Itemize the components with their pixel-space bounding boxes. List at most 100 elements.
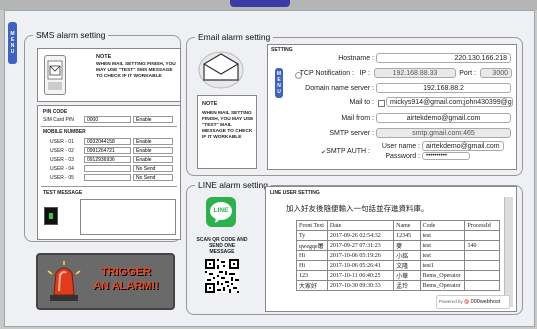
line-logo-text: LINE <box>213 207 229 214</box>
line-user-setting-label: LINE user Setting <box>270 190 320 196</box>
sms-phone-icon <box>44 55 66 95</box>
user-number-input[interactable] <box>84 156 131 163</box>
user-status-input[interactable] <box>133 165 173 172</box>
user-label: USER - 05 <box>50 175 74 181</box>
email-menu-tab[interactable]: M E N U <box>275 68 283 98</box>
table-cell: 140 <box>464 240 500 251</box>
smtp-auth-label: SMTP AUTH : <box>326 148 370 155</box>
table-cell: 2017-10-30 09:30:33 <box>326 280 395 291</box>
user-row: USER - 03 <box>38 156 180 165</box>
test-message-input[interactable] <box>80 199 176 235</box>
trigger-text: Trigger an alarm!! <box>86 265 166 293</box>
table-row[interactable]: Ty 2017-09-26 02:54:32 12345 test <box>296 230 500 241</box>
table-cell: 2017-10-06 05:26:41 <box>326 260 395 271</box>
table-row[interactable]: Hi 2017-10-06 05:26:41 文隆 test1 <box>296 260 500 271</box>
smtp-field[interactable]: smtp.gmail.com:465 <box>376 128 511 138</box>
menu-tab[interactable]: M E N U <box>8 22 17 64</box>
user-status-input[interactable] <box>133 138 173 145</box>
table-row[interactable]: 123 2017-10-11 06:40:25 小華 Bems_Operator <box>296 270 500 281</box>
user-number-input[interactable] <box>84 165 131 172</box>
mailto-field[interactable]: mickys914@gmail.com;john430399@gmail.com… <box>386 97 513 107</box>
user-label: USER - 04 <box>50 166 74 172</box>
tcp-label: TCP Notification : <box>299 70 354 77</box>
user-row: USER - 05 <box>38 174 180 183</box>
user-status-input[interactable] <box>133 174 173 181</box>
sms-note-title: Note <box>96 54 112 60</box>
user-number-input[interactable] <box>84 147 131 154</box>
user-status-input[interactable] <box>133 147 173 154</box>
table-cell: 大家好 <box>296 280 328 291</box>
line-title: LINE alarm setting <box>198 180 268 190</box>
ip-label: IP : <box>359 70 370 77</box>
user-number-input[interactable] <box>84 138 131 145</box>
sim-pin-status[interactable] <box>133 116 173 123</box>
table-row[interactable]: qwegqe屠 2017-09-27 07:31:23 麥 test 140 <box>296 240 500 251</box>
sms-note-box: Note When mail setting finish, you may u… <box>37 48 181 102</box>
hostname-label: Hostname : <box>338 55 374 62</box>
line-user-table: Front Text Date Name Code ProcessId Ty 20… <box>296 220 500 291</box>
top-handle[interactable] <box>230 0 290 7</box>
table-row[interactable]: 大家好 2017-10-30 09:30:33 孟玲 Bems_Operator <box>296 280 500 291</box>
table-cell <box>464 250 500 261</box>
column-header: ProcessId <box>464 220 500 231</box>
email-note-box: Note When mail setting finish, you may u… <box>197 95 257 169</box>
badge-text: 000webhost <box>470 299 501 305</box>
sim-pin-label: SIM Card PIN <box>43 117 74 123</box>
table-cell: test <box>419 250 466 261</box>
trigger-line2: an alarm!! <box>93 280 159 292</box>
table-cell: 孟玲 <box>393 280 421 291</box>
table-cell: Bems_Operator <box>419 280 466 291</box>
divider <box>41 186 177 187</box>
line-scrollbar[interactable] <box>504 197 513 307</box>
user-row: USER - 04 <box>38 165 180 174</box>
user-row: USER - 01 <box>38 138 180 147</box>
menu-letter: U <box>10 49 15 55</box>
column-header: Date <box>326 220 395 231</box>
table-row[interactable]: Hi 2017-10-06 05:19:26 小銘 test <box>296 250 500 261</box>
table-cell: Bems_Operator <box>419 270 466 281</box>
email-note-text: When mail setting finish, you may use "t… <box>202 111 254 140</box>
sms-settings-box: PIN code SIM Card PIN Mobile number USER… <box>37 105 181 207</box>
table-cell: 2017-10-11 06:40:25 <box>326 270 395 281</box>
user-number-input[interactable] <box>84 174 131 181</box>
username-label: User name : <box>381 143 420 150</box>
siren-icon <box>47 261 81 301</box>
port-label: Port : <box>459 70 476 77</box>
table-cell: test <box>419 240 466 251</box>
sim-pin-input[interactable] <box>84 116 131 123</box>
trigger-alarm-button[interactable]: Trigger an alarm!! <box>36 253 175 310</box>
password-field[interactable]: •••••••••• <box>422 152 470 160</box>
line-logo-icon: LINE <box>206 197 236 227</box>
hostname-field[interactable]: 220.130.166.218 <box>376 53 511 63</box>
qr-code <box>205 259 239 293</box>
column-header: Name <box>393 220 421 231</box>
pin-code-label: PIN code <box>43 109 68 115</box>
line-user-box: LINE user Setting 加入好友後隨便輸入一句話並存進資料庫。 Fr… <box>265 186 517 312</box>
table-cell: qwegqe屠 <box>296 240 328 251</box>
table-cell: 2017-09-26 02:54:32 <box>326 230 395 241</box>
mailto-label: Mail to : <box>349 99 374 106</box>
user-status-input[interactable] <box>133 156 173 163</box>
badge-prefix: Powered by <box>439 299 463 304</box>
column-header: Code <box>419 220 466 231</box>
table-cell: test1 <box>419 260 466 271</box>
port-field[interactable]: 3000 <box>480 68 512 78</box>
mailfrom-field[interactable]: airtekdemo@gmail.com <box>376 113 511 123</box>
divider <box>41 126 177 127</box>
email-setting-label: Setting <box>271 47 293 53</box>
table-cell: test <box>419 230 466 241</box>
test-send-icon[interactable] <box>44 207 58 225</box>
table-cell: 2017-10-06 05:19:26 <box>326 250 395 261</box>
table-cell: 2017-09-27 07:31:23 <box>326 240 395 251</box>
hosting-badge[interactable]: Powered by ◎ 000webhost <box>436 295 510 309</box>
menu-letter: U <box>277 89 281 95</box>
line-table-wrap[interactable]: Front Text Date Name Code ProcessId Ty 20… <box>296 220 500 304</box>
mailto-checkbox[interactable] <box>378 100 385 107</box>
table-cell: 小華 <box>393 270 421 281</box>
ip-field[interactable]: 192.168.88.33 <box>374 68 456 78</box>
top-bar <box>0 0 537 10</box>
table-cell: 文隆 <box>393 260 421 271</box>
email-envelope-icon <box>196 46 246 90</box>
username-field[interactable]: airtekdemo@gmail.com <box>422 141 504 151</box>
dns-field[interactable]: 192.168.88.2 <box>376 83 511 93</box>
